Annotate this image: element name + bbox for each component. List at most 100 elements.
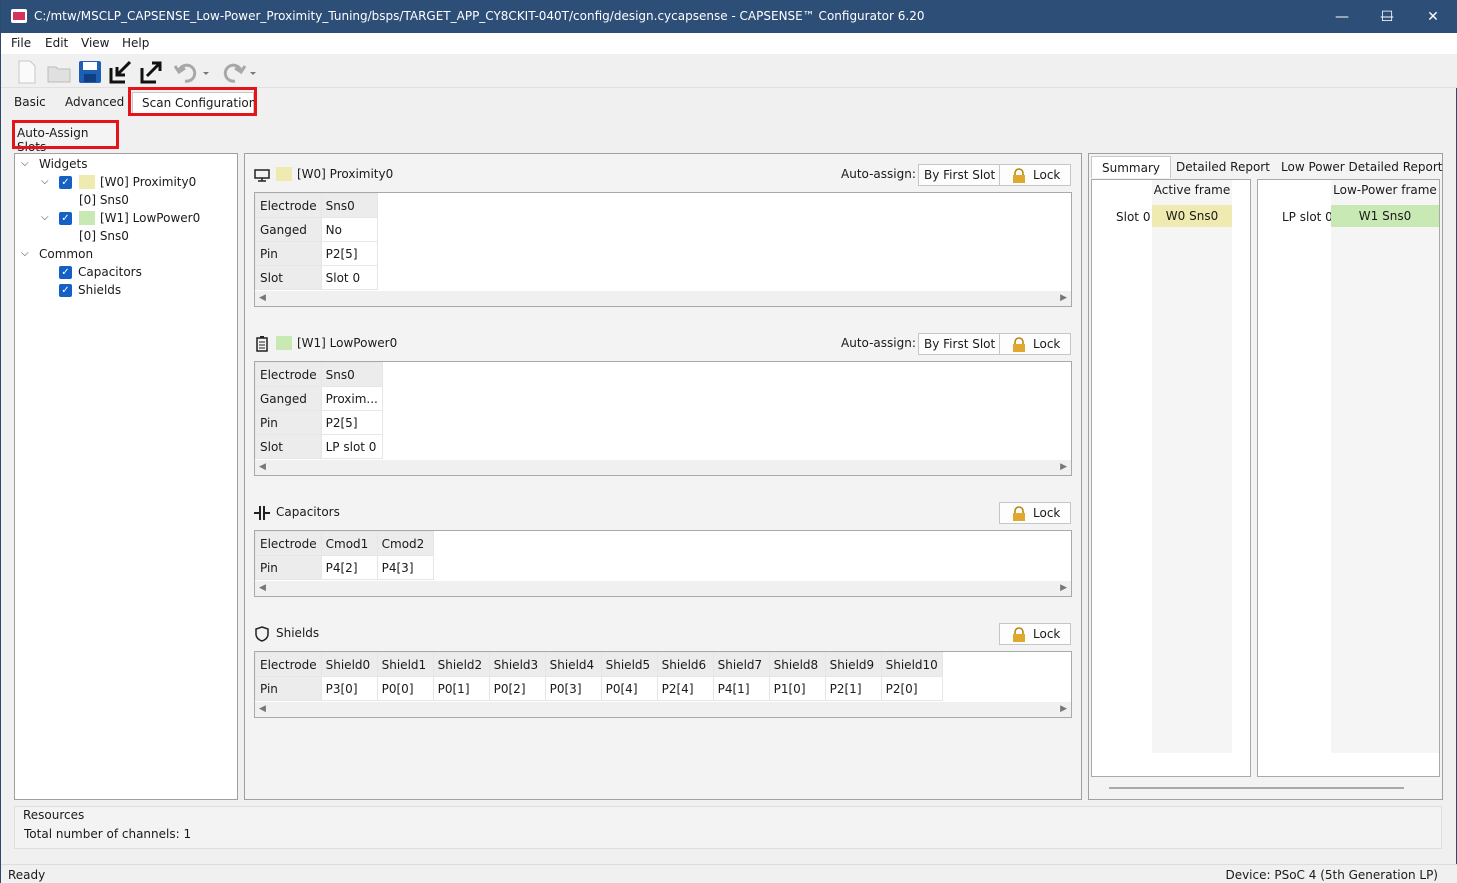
tree-shields[interactable]: Shields (78, 281, 121, 299)
menu-view[interactable]: View (81, 36, 109, 50)
menu-help[interactable]: Help (122, 36, 149, 50)
tab-low-power-detailed-report[interactable]: Low Power Detailed Report (1271, 156, 1452, 178)
horizontal-scrollbar[interactable]: ◀ ▶ (255, 291, 1071, 306)
tree-w0-proximity[interactable]: [W0] Proximity0 (100, 173, 196, 191)
cell[interactable]: No (320, 217, 378, 242)
cell[interactable]: Shield4 (544, 652, 602, 677)
redo-icon[interactable] (219, 59, 257, 85)
cell[interactable]: Shield6 (656, 652, 714, 677)
scroll-left-icon[interactable]: ◀ (259, 462, 266, 472)
new-file-icon[interactable] (14, 59, 40, 85)
cell[interactable]: P0[0] (376, 676, 434, 701)
tab-summary[interactable]: Summary (1091, 156, 1171, 178)
section-lowpower-header: [W1] LowPower0 Auto-assign: By First Slo… (254, 333, 1072, 355)
cell[interactable]: Cmod2 (376, 531, 434, 556)
cell[interactable]: Shield9 (824, 652, 882, 677)
cell[interactable]: Sns0 (320, 362, 383, 387)
tab-detailed-report[interactable]: Detailed Report (1166, 156, 1280, 178)
lock-button[interactable]: Lock (999, 164, 1071, 186)
cell[interactable]: P0[2] (488, 676, 546, 701)
scroll-right-icon[interactable]: ▶ (1060, 583, 1067, 593)
chevron-down-icon[interactable]: ⌵ (21, 159, 31, 169)
cell[interactable]: P0[4] (600, 676, 658, 701)
minimize-button[interactable]: — (1319, 0, 1365, 33)
cell[interactable]: Shield1 (376, 652, 434, 677)
export-icon[interactable] (139, 59, 165, 85)
cell[interactable]: Shield3 (488, 652, 546, 677)
tree-w1-lowpower[interactable]: [W1] LowPower0 (100, 209, 200, 227)
scroll-left-icon[interactable]: ◀ (259, 704, 266, 714)
cell[interactable]: P2[5] (320, 241, 378, 266)
menu-file[interactable]: File (11, 36, 31, 50)
scroll-right-icon[interactable]: ▶ (1060, 293, 1067, 303)
cell[interactable]: P4[2] (320, 555, 378, 580)
cell[interactable]: Shield8 (768, 652, 826, 677)
chevron-down-icon[interactable]: ⌵ (41, 177, 51, 187)
horizontal-scrollbar[interactable]: ◀ ▶ (255, 460, 1071, 475)
close-button[interactable]: ✕ (1410, 0, 1456, 33)
table-row: Pin P4[2] P4[3] (255, 555, 434, 580)
save-icon[interactable] (77, 59, 103, 85)
auto-assign-label: Auto-assign: (841, 167, 916, 181)
row-header: Electrode (255, 531, 322, 556)
cell[interactable]: Sns0 (320, 193, 378, 218)
tree-w1-sns0[interactable]: [0] Sns0 (79, 227, 129, 245)
scroll-right-icon[interactable]: ▶ (1060, 704, 1067, 714)
cell[interactable]: Shield0 (320, 652, 378, 677)
cell[interactable]: P0[3] (544, 676, 602, 701)
tree-capacitors[interactable]: Capacitors (78, 263, 142, 281)
cell[interactable]: P0[1] (432, 676, 490, 701)
open-folder-icon[interactable] (46, 59, 72, 85)
cell[interactable]: Shield5 (600, 652, 658, 677)
by-first-slot-button[interactable]: By First Slot (918, 164, 1002, 186)
cell[interactable]: P2[4] (656, 676, 714, 701)
tree-widgets[interactable]: Widgets (39, 155, 88, 173)
active-slot-cell[interactable]: W0 Sns0 (1152, 205, 1232, 227)
app-icon (11, 9, 27, 23)
cell[interactable]: Cmod1 (320, 531, 378, 556)
section-title: Capacitors (276, 505, 340, 519)
chevron-down-icon[interactable]: ⌵ (21, 249, 31, 259)
undo-icon[interactable] (173, 59, 209, 85)
import-icon[interactable] (108, 59, 134, 85)
checkbox-w0[interactable]: ✓ (59, 176, 72, 189)
table-row: Electrode Sns0 (255, 362, 383, 387)
menu-edit[interactable]: Edit (45, 36, 68, 50)
tab-basic[interactable]: Basic (7, 92, 53, 115)
cell[interactable]: P4[3] (376, 555, 434, 580)
cell[interactable]: P3[0] (320, 676, 378, 701)
cell[interactable]: Proxim... (320, 386, 383, 411)
cell[interactable]: Shield7 (712, 652, 770, 677)
by-first-slot-button[interactable]: By First Slot (918, 333, 1002, 355)
cell[interactable]: P2[1] (824, 676, 882, 701)
cell[interactable]: Shield2 (432, 652, 490, 677)
cell[interactable]: P4[1] (712, 676, 770, 701)
checkbox-shields[interactable]: ✓ (59, 284, 72, 297)
lock-button[interactable]: Lock (999, 333, 1071, 355)
cell[interactable]: LP slot 0 (320, 434, 383, 459)
tree-w0-sns0[interactable]: [0] Sns0 (79, 191, 129, 209)
tree-common[interactable]: Common (39, 245, 93, 263)
horizontal-scrollbar[interactable] (1109, 787, 1404, 789)
lock-button[interactable]: Lock (999, 502, 1071, 524)
lock-button[interactable]: Lock (999, 623, 1071, 645)
chevron-down-icon[interactable]: ⌵ (41, 213, 51, 223)
scroll-right-icon[interactable]: ▶ (1060, 462, 1067, 472)
window-title: C:/mtw/MSCLP_CAPSENSE_Low-Power_Proximit… (34, 9, 925, 23)
horizontal-scrollbar[interactable]: ◀ ▶ (255, 702, 1071, 717)
lp-slot-cell[interactable]: W1 Sns0 (1331, 205, 1439, 227)
scroll-left-icon[interactable]: ◀ (259, 293, 266, 303)
cell[interactable]: Slot 0 (320, 265, 378, 290)
table-row: Slot Slot 0 (255, 265, 378, 290)
scroll-left-icon[interactable]: ◀ (259, 583, 266, 593)
cell[interactable]: P2[5] (320, 410, 383, 435)
cell[interactable]: P1[0] (768, 676, 826, 701)
checkbox-w1[interactable]: ✓ (59, 212, 72, 225)
lock-icon (1013, 506, 1025, 521)
cell[interactable]: Shield10 (880, 652, 943, 677)
checkbox-capacitors[interactable]: ✓ (59, 266, 72, 279)
tab-advanced[interactable]: Advanced (58, 92, 131, 115)
cell[interactable]: P2[0] (880, 676, 943, 701)
maximize-button[interactable]: ☐ (1364, 0, 1410, 33)
horizontal-scrollbar[interactable]: ◀ ▶ (255, 581, 1071, 596)
